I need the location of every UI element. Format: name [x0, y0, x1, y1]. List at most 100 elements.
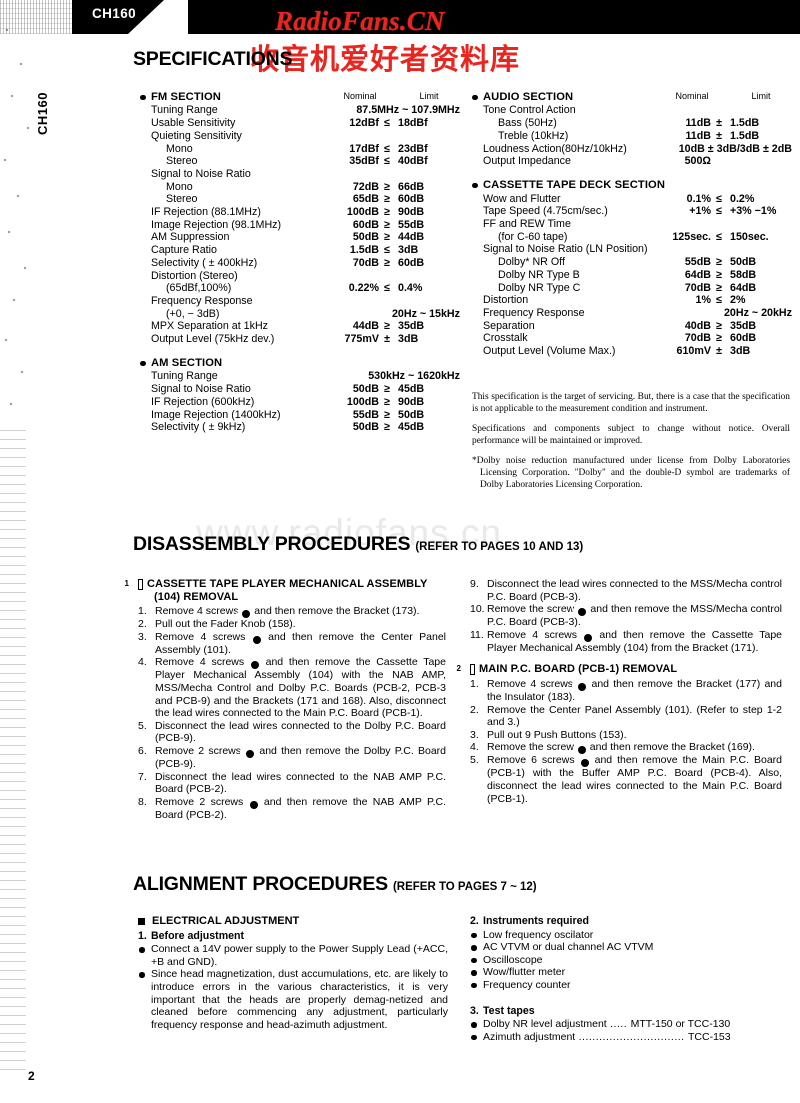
spec-nominal: 50dB — [352, 421, 379, 434]
screw-marker-icon: I — [573, 746, 586, 755]
spec-values: 100dB ≥90dB — [319, 396, 460, 409]
audio-section-title: AUDIO SECTION — [472, 91, 792, 104]
spec-nominal: 12dBf — [349, 117, 379, 130]
spec-label: (65dBf,100%) — [166, 282, 232, 295]
screw-marker-icon: F — [572, 608, 587, 617]
spec-nominal: 610mV — [676, 345, 711, 358]
procedure-step: 7. Disconnect the lead wires connected to… — [138, 771, 446, 796]
spec-nominal: 70dB — [352, 256, 379, 269]
procedure-step: 9. Disconnect the lead wires connected to… — [470, 578, 782, 603]
step-number: 1. — [470, 677, 479, 690]
spec-limit: 60dB — [398, 193, 425, 206]
spec-values: 60dB ≥55dB — [319, 219, 460, 232]
spec-values: 50dB ≥45dB — [319, 383, 460, 396]
step-number: 4. — [138, 656, 147, 669]
spec-operator: ≥ — [384, 421, 390, 434]
step-number: 6. — [138, 744, 147, 757]
spec-nominal: 1.5dB — [349, 244, 379, 257]
bullet-item: Frequency counter — [470, 979, 785, 992]
spec-operator: ≥ — [716, 332, 722, 345]
specification-notes: This specification is the target of serv… — [472, 392, 790, 500]
spec-nominal: 17dBf — [349, 142, 379, 155]
procedure-step: 3. Pull out 9 Push Buttons (153). — [470, 729, 782, 742]
spec-limit: 35dB — [398, 320, 425, 333]
disassembly-column-left: 1 CASSETTE TAPE PLAYER MECHANICAL ASSEMBL… — [125, 578, 447, 821]
audio-row: Treble (10kHz) 11dB ±1.5dB — [472, 130, 792, 143]
spec-operator: ≤ — [716, 205, 722, 218]
spec-nominal: 0.22% — [348, 282, 379, 295]
disassembly-heading-text: DISASSEMBLY PROCEDURES — [133, 533, 411, 555]
procedure-step: 11. Remove 4 screws G and then remove the… — [470, 629, 782, 655]
alignment-column-right: 2. Instruments required Low frequency osc… — [470, 915, 785, 1043]
step-number: 2. — [138, 618, 147, 631]
spec-label: Frequency Response — [151, 294, 253, 307]
step-text-cont: and then remove the Bracket (169). — [586, 741, 755, 754]
fm-row: Mono 17dBf ≤23dBf — [140, 143, 460, 156]
spec-column-left: Nominal Limit FM SECTION Tuning Range 87.… — [140, 90, 460, 434]
fm-row: Signal to Noise Ratio — [140, 168, 460, 181]
spec-nominal: 60dB — [352, 218, 379, 231]
step-text: Remove 2 screws — [155, 795, 249, 808]
spec-limit: 50dB — [730, 256, 757, 269]
spec-limit: 3dB — [398, 333, 419, 346]
spec-label: AM Suppression — [151, 231, 230, 244]
spec-label: Tape Speed (4.75cm/sec.) — [483, 205, 608, 218]
test-tapes-number: 3. — [470, 1004, 479, 1017]
spec-nominal: 70dB — [684, 281, 711, 294]
alignment-column-left: ELECTRICAL ADJUSTMENT 1. Before adjustmen… — [138, 915, 448, 1031]
step-text: Pull out the Fader Knob (158). — [155, 618, 296, 631]
procedure-group-title: 2 MAIN P.C. BOARD (PCB-1) REMOVAL — [457, 663, 782, 676]
test-tape-value: MTT-150 or TCC-130 — [630, 1018, 731, 1031]
fm-row: Quieting Sensitivity — [140, 130, 460, 143]
spec-label: Loudness Action(80Hz/10kHz) — [483, 142, 627, 155]
spine-model-label: CH160 — [35, 92, 50, 135]
spec-label: Selectivity ( ± 9kHz) — [151, 421, 246, 434]
step-text: Remove 4 screws — [155, 630, 252, 643]
spec-values: 35dBf ≤40dBf — [319, 155, 460, 168]
fm-row: Usable Sensitivity 12dBf ≤18dBf — [140, 117, 460, 130]
spec-operator: ± — [716, 129, 722, 142]
procedure-step: 2. Pull out the Fader Knob (158). — [138, 618, 446, 631]
spec-value-wide: 20Hz ~ 15kHz — [391, 307, 460, 320]
spec-label: Tuning Range — [151, 104, 218, 117]
spec-label: Stereo — [166, 155, 198, 168]
spec-limit: 0.2% — [730, 192, 755, 205]
spec-limit: 60dB — [730, 332, 757, 345]
spec-values: 40dB ≥35dB — [651, 320, 792, 333]
spec-label: Crosstalk — [483, 332, 528, 345]
procedure-step: 2. Remove the Center Panel Assembly (101)… — [470, 704, 782, 729]
cassette-row: Output Level (Volume Max.) 610mV ±3dB — [472, 345, 792, 358]
test-tapes-label: Test tapes — [483, 1004, 535, 1017]
spec-limit: 3dB — [398, 244, 419, 257]
spec-limit: 66dB — [398, 180, 425, 193]
step-number: 1. — [138, 605, 147, 618]
screw-marker-icon: E — [243, 800, 258, 809]
spec-operator: ≤ — [384, 142, 390, 155]
spec-values: 11dB ±1.5dB — [651, 130, 792, 143]
spec-nominal: 775mV — [344, 333, 379, 346]
fm-section-title: FM SECTION — [140, 91, 460, 104]
spec-label: Separation — [483, 319, 535, 332]
spec-operator: ≥ — [384, 383, 390, 396]
spec-nominal: 44dB — [352, 320, 379, 333]
fm-row: (65dBf,100%) 0.22% ≤0.4% — [140, 282, 460, 295]
spec-limit: 40dBf — [398, 155, 428, 168]
spec-value-wide: 87.5MHz ~ 107.9MHz — [356, 104, 460, 117]
spec-label: Selectivity ( ± 400kHz) — [151, 256, 258, 269]
spec-label: Capture Ratio — [151, 244, 217, 257]
step-number: 5. — [470, 754, 479, 767]
audio-row: Tone Control Action — [472, 104, 792, 117]
spec-label: Quieting Sensitivity — [151, 129, 242, 142]
alignment-refer-note: (REFER TO PAGES 7 ~ 12) — [392, 881, 537, 893]
step-text: Remove 2 screws — [155, 744, 246, 757]
step-text-cont: and then remove the Bracket (173). — [251, 605, 420, 618]
spec-operator: ≥ — [716, 319, 722, 332]
spec-values: 72dB ≥66dB — [319, 181, 460, 194]
spec-nominal: 500Ω — [684, 155, 711, 168]
fm-row: MPX Separation at 1kHz 44dB ≥35dB — [140, 320, 460, 333]
spec-limit: 1.5dB — [730, 129, 760, 142]
fm-spec-rows: Tuning Range 87.5MHz ~ 107.9MHz Usable Sen… — [140, 104, 460, 345]
spec-values: 64dB ≥58dB — [651, 269, 792, 282]
cassette-row: Signal to Noise Ratio (LN Position) — [472, 243, 792, 256]
spec-operator: ≤ — [716, 192, 722, 205]
